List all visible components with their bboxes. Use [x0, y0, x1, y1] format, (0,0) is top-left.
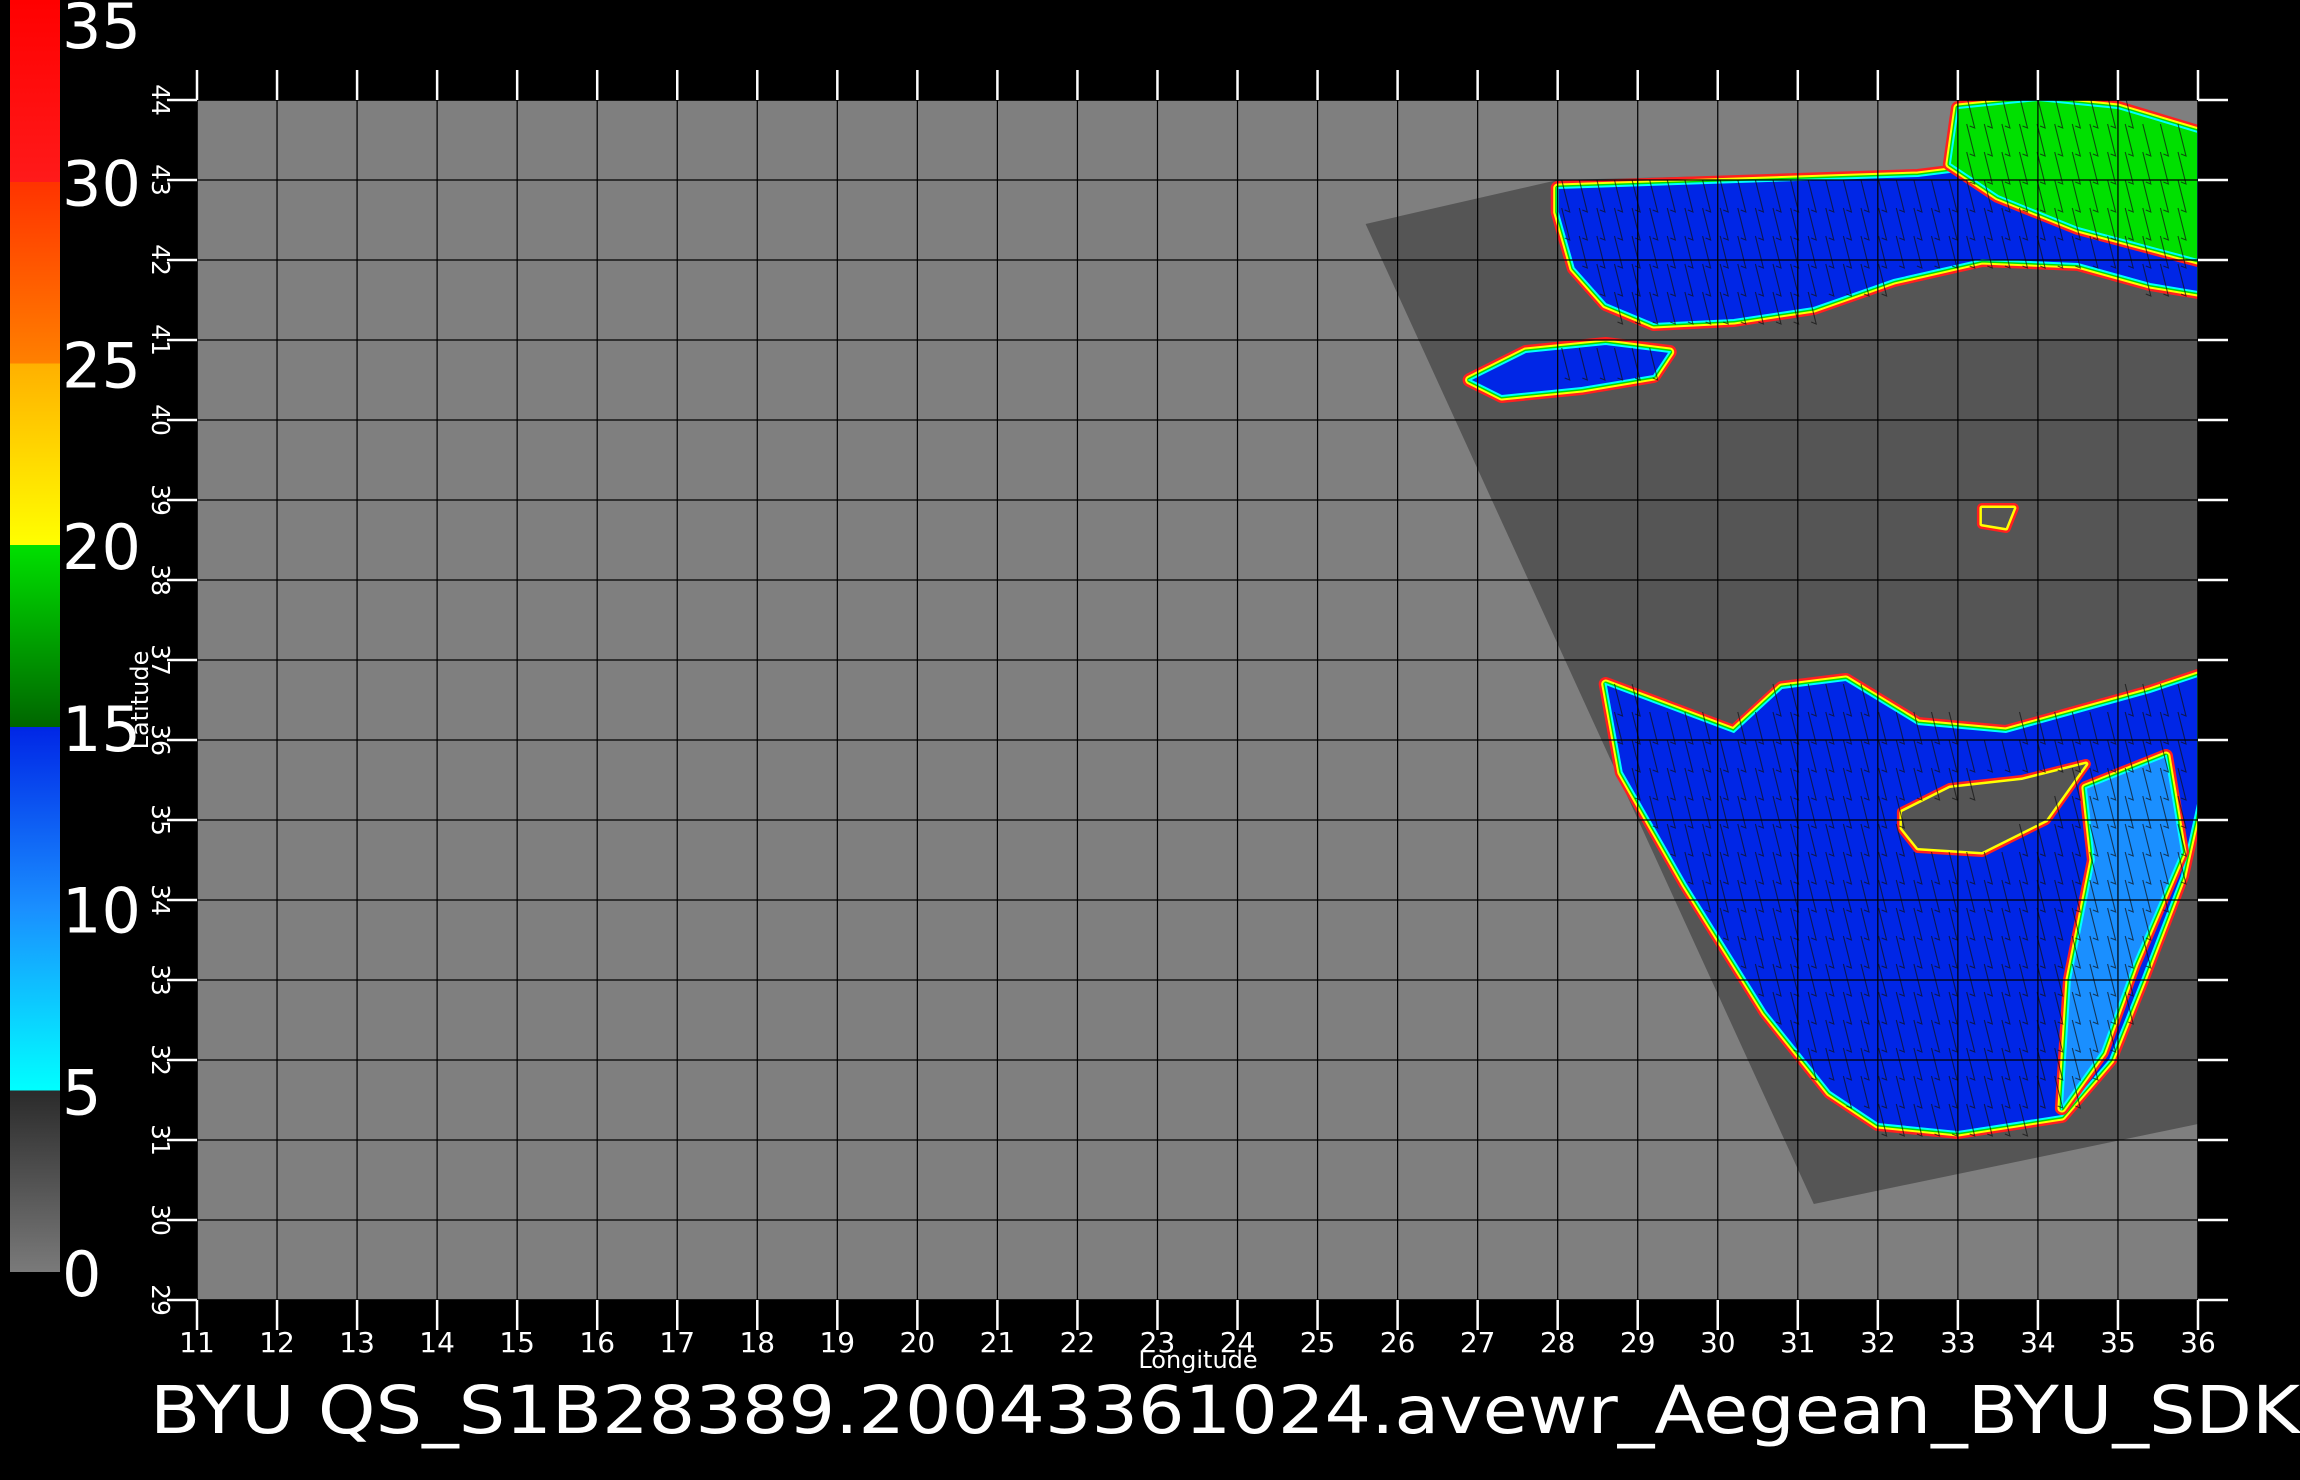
x-axis-label: Longitude [1138, 1346, 1257, 1374]
y-tick-label: 34 [146, 884, 175, 916]
x-tick-label: 28 [1540, 1326, 1576, 1359]
y-tick-label: 42 [146, 244, 175, 276]
x-tick-label: 19 [819, 1326, 855, 1359]
chart-title: BYU QS_S1B28389.20043361024.avewr_Aegean… [150, 1372, 2300, 1449]
y-tick-label: 40 [146, 404, 175, 436]
x-tick-label: 35 [2100, 1326, 2136, 1359]
colorbar-label: 10 [62, 875, 141, 948]
x-tick-label: 12 [259, 1326, 295, 1359]
y-tick-label: 33 [146, 964, 175, 996]
x-tick-label: 29 [1620, 1326, 1656, 1359]
y-tick-label: 32 [146, 1044, 175, 1076]
x-tick-label: 22 [1060, 1326, 1096, 1359]
x-tick-label: 20 [900, 1326, 936, 1359]
x-tick-label: 13 [339, 1326, 375, 1359]
y-tick-label: 35 [146, 804, 175, 836]
colorbar-label: 5 [62, 1056, 101, 1129]
colorbar-label: 30 [62, 148, 141, 221]
colorbar-label: 35 [62, 0, 141, 63]
colorbar-label: 25 [62, 329, 141, 402]
x-tick-label: 14 [419, 1326, 455, 1359]
y-axis-label: Latitude [126, 651, 154, 750]
plot-area: 11 12 13 14 15 16 17 18 19 20 21 22 23 24 25 26 27 28 29 30… [146, 70, 2228, 1359]
x-tick-label: 16 [579, 1326, 615, 1359]
x-tick-label: 32 [1860, 1326, 1896, 1359]
x-tick-label: 18 [739, 1326, 775, 1359]
x-tick-label: 26 [1380, 1326, 1416, 1359]
colorbar-label: 0 [62, 1238, 101, 1311]
colorbar-scale [10, 0, 60, 1273]
x-tick-label: 17 [659, 1326, 695, 1359]
y-tick-label: 39 [146, 484, 175, 516]
wind-speed-map: 05101520253035 11 12 13 14 15 16 17 18 19 20 21 22 2… [10, 0, 2300, 1449]
y-tick-label: 38 [146, 564, 175, 596]
x-tick-label: 15 [499, 1326, 535, 1359]
y-tick-label: 44 [146, 84, 175, 116]
x-tick-label: 21 [980, 1326, 1016, 1359]
x-tick-label: 33 [1940, 1326, 1976, 1359]
y-tick-label: 43 [146, 164, 175, 196]
y-tick-label: 29 [146, 1284, 175, 1316]
colorbar: 05101520253035 [10, 0, 141, 1311]
x-tick-label: 30 [1700, 1326, 1736, 1359]
y-tick-label: 31 [146, 1124, 175, 1156]
y-tick-label: 41 [146, 324, 175, 356]
x-tick-label: 36 [2180, 1326, 2216, 1359]
x-tick-label: 31 [1780, 1326, 1816, 1359]
x-tick-label: 11 [179, 1326, 215, 1359]
x-tick-label: 34 [2020, 1326, 2056, 1359]
colorbar-label: 20 [62, 511, 141, 584]
x-tick-label: 25 [1300, 1326, 1336, 1359]
y-tick-label: 30 [146, 1204, 175, 1236]
x-tick-label: 27 [1460, 1326, 1496, 1359]
